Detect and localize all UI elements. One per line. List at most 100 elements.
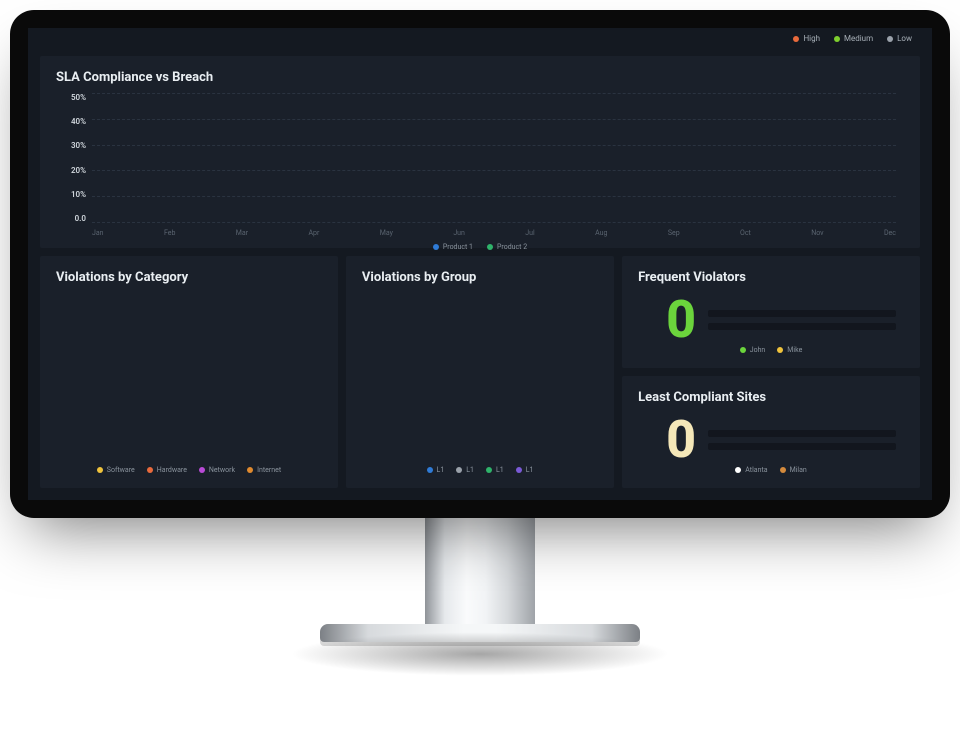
x-tick: Aug	[595, 229, 607, 237]
dot-icon	[486, 467, 492, 473]
x-tick: May	[380, 229, 393, 237]
x-tick: Sep	[668, 229, 680, 237]
dot-icon	[433, 244, 439, 250]
dot-icon	[777, 347, 783, 353]
sla-compliance-chart-panel: SLA Compliance vs Breach 50% 40% 30% 20%…	[40, 56, 920, 248]
legend-item-software[interactable]: Software	[97, 466, 135, 474]
bar	[708, 323, 896, 330]
panel-title: Least Compliant Sites	[638, 390, 904, 405]
legend-label: L1	[496, 466, 504, 474]
legend-label: L1	[437, 466, 445, 474]
legend-item-mike[interactable]: Mike	[777, 346, 802, 354]
panel-title: Frequent Violators	[638, 270, 904, 285]
dot-icon	[735, 467, 741, 473]
legend-item-l1-1[interactable]: L1	[427, 466, 445, 474]
dot-icon	[487, 244, 493, 250]
x-tick: Feb	[164, 229, 175, 237]
legend-label: Network	[209, 466, 235, 474]
metric-value: 0	[666, 414, 696, 466]
y-tick: 50%	[56, 93, 86, 102]
dot-icon	[247, 467, 253, 473]
metric-bars	[708, 310, 896, 330]
least-compliant-sites-panel: Least Compliant Sites 0 Atlanta	[622, 376, 920, 488]
x-tick: Dec	[884, 229, 896, 237]
fv-legend: John Mike	[638, 346, 904, 354]
dot-icon	[780, 467, 786, 473]
bar	[708, 310, 896, 317]
monitor-mockup: High Medium Low SLA Compliance vs Breach…	[10, 10, 950, 676]
legend-item-john[interactable]: John	[740, 346, 766, 354]
y-tick: 40%	[56, 117, 86, 126]
legend-item-l1-3[interactable]: L1	[486, 466, 504, 474]
legend-label: John	[750, 346, 766, 354]
legend-item-hardware[interactable]: Hardware	[147, 466, 187, 474]
legend-item-internet[interactable]: Internet	[247, 466, 281, 474]
legend-item-product1[interactable]: Product 1	[433, 243, 473, 251]
x-axis-labels: Jan Feb Mar Apr May Jun Jul Aug Sep Oct …	[92, 229, 896, 237]
right-stack: Frequent Violators 0 John	[622, 256, 920, 488]
legend-item-atlanta[interactable]: Atlanta	[735, 466, 767, 474]
violations-by-group-panel: Violations by Group L1 L1 L1	[346, 256, 614, 488]
legend-item-product2[interactable]: Product 2	[487, 243, 527, 251]
legend-label: Low	[897, 34, 912, 43]
bottom-row: Violations by Category Software Hardware	[40, 256, 920, 488]
monitor-bezel: High Medium Low SLA Compliance vs Breach…	[10, 10, 950, 518]
legend-item-network[interactable]: Network	[199, 466, 235, 474]
dot-icon	[97, 467, 103, 473]
metric-bars	[708, 430, 896, 450]
legend-label: Mike	[787, 346, 802, 354]
y-tick: 20%	[56, 166, 86, 175]
violations-by-category-panel: Violations by Category Software Hardware	[40, 256, 338, 488]
dot-icon	[793, 36, 799, 42]
legend-label: Medium	[844, 34, 873, 43]
category-legend: Software Hardware Network Internet	[56, 466, 322, 474]
legend-label: L1	[466, 466, 474, 474]
chart-legend: Product 1 Product 2	[56, 243, 904, 251]
frequent-violators-panel: Frequent Violators 0 John	[622, 256, 920, 368]
legend-item-l1-4[interactable]: L1	[516, 466, 534, 474]
x-tick: Jun	[453, 229, 465, 237]
panel-title: Violations by Group	[362, 270, 598, 285]
x-tick: Nov	[811, 229, 823, 237]
lcs-legend: Atlanta Milan	[638, 466, 904, 474]
legend-label: High	[803, 34, 820, 43]
monitor-shadow	[290, 632, 670, 676]
x-tick: Mar	[236, 229, 248, 237]
y-tick: 30%	[56, 141, 86, 150]
y-axis-labels: 50% 40% 30% 20% 10% 0.0	[56, 93, 92, 223]
chart-plot-area[interactable]: 50% 40% 30% 20% 10% 0.0	[92, 93, 896, 223]
metric-value: 0	[666, 294, 696, 346]
group-legend: L1 L1 L1 L1	[362, 466, 598, 474]
bar	[708, 443, 896, 450]
legend-label: Product 1	[443, 243, 473, 251]
legend-item-high: High	[793, 34, 820, 43]
legend-item-l1-2[interactable]: L1	[456, 466, 474, 474]
top-legend: High Medium Low	[793, 34, 912, 43]
dot-icon	[456, 467, 462, 473]
legend-item-milan[interactable]: Milan	[780, 466, 807, 474]
dot-icon	[147, 467, 153, 473]
y-tick: 0.0	[56, 214, 86, 223]
legend-label: L1	[526, 466, 534, 474]
panel-title: SLA Compliance vs Breach	[56, 70, 904, 85]
legend-label: Atlanta	[745, 466, 767, 474]
x-tick: Jul	[525, 229, 534, 237]
x-tick: Jan	[92, 229, 104, 237]
legend-label: Software	[107, 466, 135, 474]
dot-icon	[834, 36, 840, 42]
gridlines	[92, 93, 896, 223]
legend-label: Product 2	[497, 243, 527, 251]
monitor-stand-neck	[425, 516, 535, 626]
dot-icon	[887, 36, 893, 42]
x-tick: Apr	[308, 229, 319, 237]
x-tick: Oct	[740, 229, 751, 237]
y-tick: 10%	[56, 190, 86, 199]
legend-label: Hardware	[157, 466, 187, 474]
dot-icon	[516, 467, 522, 473]
metric-body: 0	[638, 413, 904, 466]
dot-icon	[427, 467, 433, 473]
legend-label: Internet	[257, 466, 281, 474]
metric-body: 0	[638, 293, 904, 346]
bar	[708, 430, 896, 437]
dashboard-screen: High Medium Low SLA Compliance vs Breach…	[28, 28, 932, 500]
